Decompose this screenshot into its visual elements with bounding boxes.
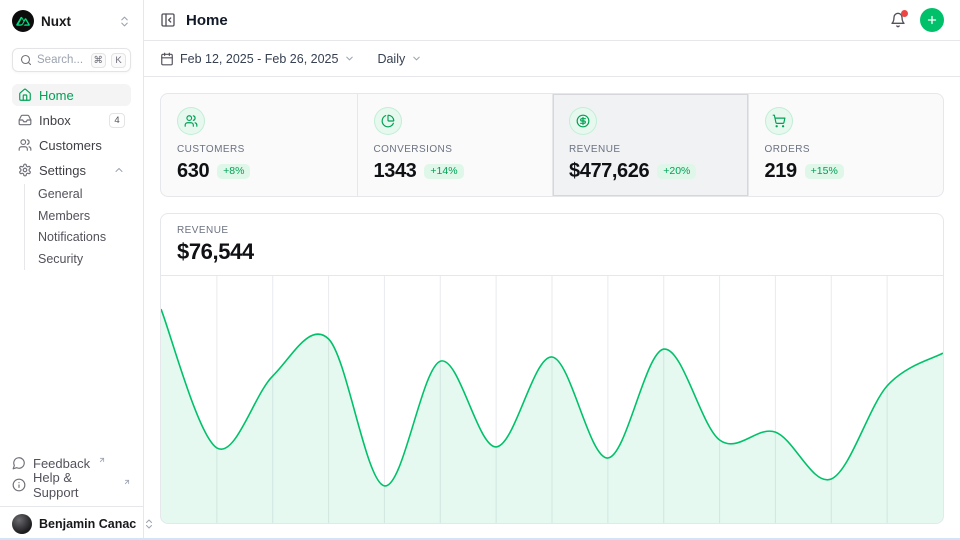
filterbar: Feb 12, 2025 - Feb 26, 2025 Daily bbox=[144, 41, 960, 77]
chart-title: REVENUE bbox=[177, 225, 927, 236]
topbar-actions bbox=[890, 8, 944, 32]
main-area: Home Feb 12, 2025 - Feb 26, 2025 bbox=[144, 0, 960, 540]
notification-dot bbox=[901, 10, 908, 17]
page-title: Home bbox=[186, 12, 228, 29]
sidebar-subitem-security[interactable]: Security bbox=[38, 249, 131, 271]
external-link-icon bbox=[123, 478, 131, 486]
stat-label: CONVERSIONS bbox=[374, 144, 537, 155]
workspace-switcher[interactable]: Nuxt bbox=[12, 8, 131, 34]
sidebar-item-label: Customers bbox=[39, 138, 102, 153]
sidebar: Nuxt Search... ⌘ K Home bbox=[0, 0, 144, 540]
workspace-name: Nuxt bbox=[41, 14, 71, 29]
add-button[interactable] bbox=[920, 8, 944, 32]
k-kbd: K bbox=[111, 53, 126, 68]
plus-icon bbox=[926, 14, 938, 26]
granularity-label: Daily bbox=[377, 52, 405, 66]
stats-panel: CUSTOMERS 630 +8% CONVERSIONS 1343 +14% bbox=[160, 93, 944, 197]
sidebar-item-inbox[interactable]: Inbox 4 bbox=[12, 109, 131, 131]
message-circle-icon bbox=[12, 456, 26, 470]
stat-delta-badge: +15% bbox=[805, 164, 844, 180]
avatar bbox=[12, 514, 32, 534]
chart-current-value: $76,544 bbox=[177, 239, 927, 265]
inbox-icon bbox=[18, 113, 32, 127]
search-icon bbox=[20, 54, 32, 66]
user-name: Benjamin Canac bbox=[39, 517, 136, 531]
granularity-select[interactable]: Daily bbox=[377, 52, 422, 66]
date-range-picker[interactable]: Feb 12, 2025 - Feb 26, 2025 bbox=[160, 52, 355, 66]
stat-delta-badge: +20% bbox=[657, 164, 696, 180]
sidebar-item-customers[interactable]: Customers bbox=[12, 134, 131, 156]
help-support-link[interactable]: Help & Support bbox=[12, 474, 131, 496]
chevrons-up-down-icon bbox=[118, 15, 131, 28]
chevron-down-icon bbox=[411, 53, 422, 64]
revenue-chart-card: REVENUE $76,544 14 Feb16 Feb18 Feb20 Feb… bbox=[160, 213, 944, 524]
stat-customers[interactable]: CUSTOMERS 630 +8% bbox=[161, 94, 357, 196]
revenue-area-chart[interactable]: 14 Feb16 Feb18 Feb20 Feb22 Feb24 Feb bbox=[161, 276, 943, 524]
stat-label: REVENUE bbox=[569, 144, 732, 155]
stat-orders[interactable]: ORDERS 219 +15% bbox=[748, 94, 944, 196]
sidebar-footer: Feedback Help & Support bbox=[12, 452, 131, 502]
help-support-label: Help & Support bbox=[33, 470, 115, 500]
settings-subnav: General Members Notifications Security bbox=[24, 184, 131, 270]
sidebar-item-settings[interactable]: Settings bbox=[12, 159, 131, 181]
dollar-circle-icon bbox=[569, 107, 597, 135]
users-icon bbox=[18, 138, 32, 152]
sidebar-item-label: Inbox bbox=[39, 113, 71, 128]
sidebar-item-label: Settings bbox=[39, 163, 86, 178]
chevron-down-icon bbox=[344, 53, 355, 64]
app-window: Nuxt Search... ⌘ K Home bbox=[0, 0, 960, 540]
feedback-label: Feedback bbox=[33, 456, 90, 471]
stat-conversions[interactable]: CONVERSIONS 1343 +14% bbox=[357, 94, 553, 196]
sidebar-item-home[interactable]: Home bbox=[12, 84, 131, 106]
sidebar-subitem-members[interactable]: Members bbox=[38, 206, 131, 228]
search-input[interactable]: Search... ⌘ K bbox=[12, 48, 131, 72]
dashboard-content: CUSTOMERS 630 +8% CONVERSIONS 1343 +14% bbox=[144, 77, 960, 540]
command-kbd: ⌘ bbox=[91, 53, 107, 68]
stat-value: 630 bbox=[177, 160, 209, 183]
nuxt-logo-icon bbox=[12, 10, 34, 32]
chart-header: REVENUE $76,544 bbox=[161, 214, 943, 276]
panel-left-close-icon[interactable] bbox=[160, 12, 176, 28]
stat-value: 219 bbox=[765, 160, 797, 183]
sidebar-subitem-general[interactable]: General bbox=[38, 184, 131, 206]
users-icon bbox=[177, 107, 205, 135]
stat-delta-badge: +8% bbox=[217, 164, 250, 180]
stat-delta-badge: +14% bbox=[424, 164, 463, 180]
user-menu[interactable]: Benjamin Canac bbox=[12, 507, 131, 540]
external-link-icon bbox=[98, 456, 106, 464]
topbar: Home bbox=[144, 0, 960, 41]
gear-icon bbox=[18, 163, 32, 177]
shopping-cart-icon bbox=[765, 107, 793, 135]
stat-revenue[interactable]: REVENUE $477,626 +20% bbox=[552, 94, 748, 196]
pie-chart-icon bbox=[374, 107, 402, 135]
stat-label: CUSTOMERS bbox=[177, 144, 341, 155]
notifications-button[interactable] bbox=[890, 12, 906, 28]
search-placeholder: Search... bbox=[37, 54, 86, 66]
date-range-label: Feb 12, 2025 - Feb 26, 2025 bbox=[180, 52, 338, 66]
calendar-icon bbox=[160, 52, 174, 66]
inbox-count-badge: 4 bbox=[109, 113, 125, 128]
sidebar-subitem-notifications[interactable]: Notifications bbox=[38, 227, 131, 249]
chevron-up-icon bbox=[113, 164, 125, 176]
info-icon bbox=[12, 478, 26, 492]
sidebar-item-label: Home bbox=[39, 88, 74, 103]
stat-value: $477,626 bbox=[569, 160, 649, 183]
stat-label: ORDERS bbox=[765, 144, 928, 155]
home-icon bbox=[18, 88, 32, 102]
sidebar-nav: Home Inbox 4 Customers Settings bbox=[12, 84, 131, 272]
stat-value: 1343 bbox=[374, 160, 417, 183]
